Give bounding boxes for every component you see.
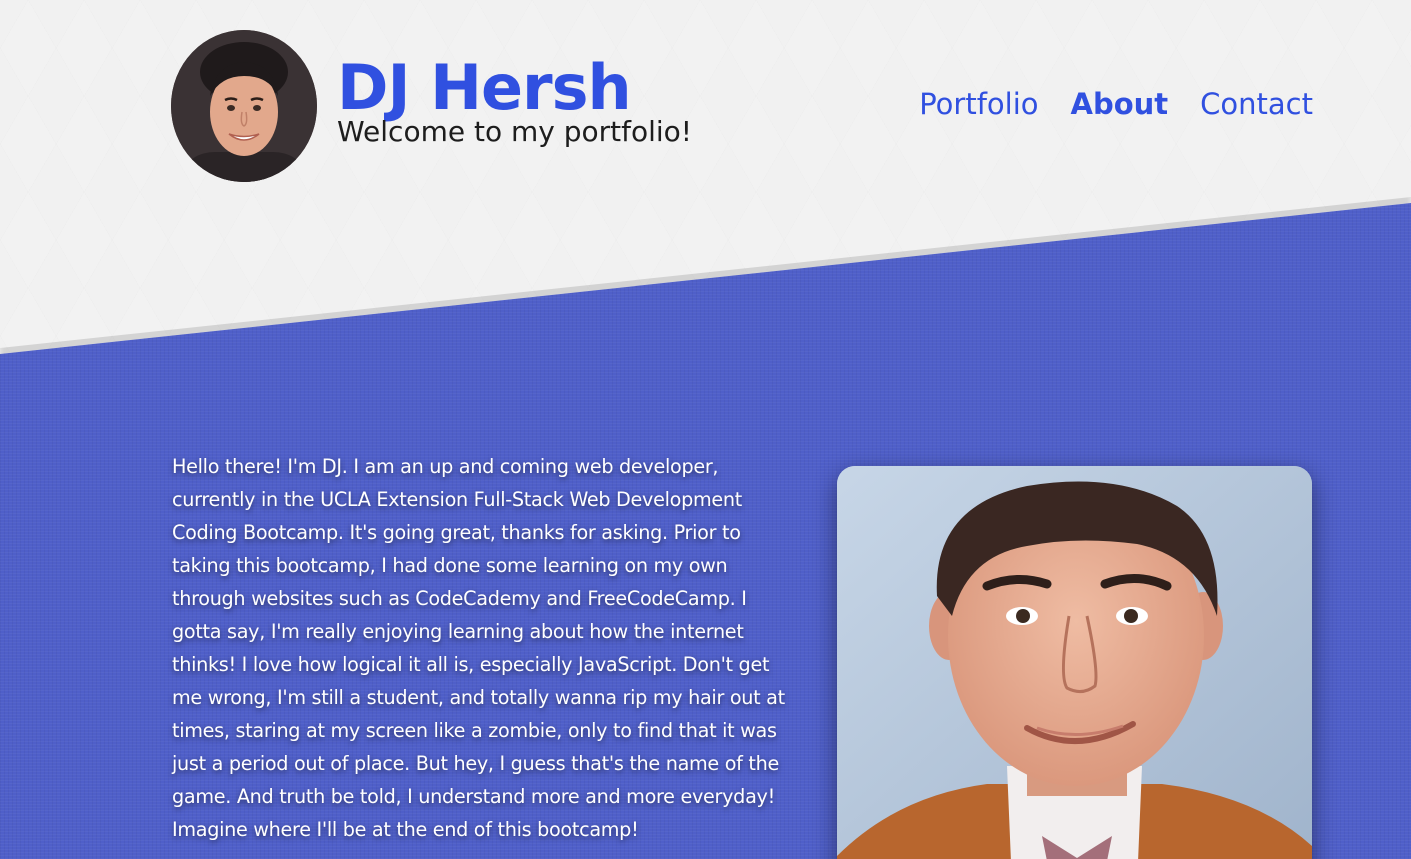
avatar — [171, 30, 317, 182]
nav-link-portfolio[interactable]: Portfolio — [919, 84, 1038, 124]
nav-link-contact[interactable]: Contact — [1200, 84, 1313, 124]
nav-link-about[interactable]: About — [1071, 84, 1169, 124]
main-nav: Portfolio About Contact — [919, 84, 1313, 124]
site-tagline: Welcome to my portfolio! — [337, 115, 693, 148]
brand: DJ Hersh Welcome to my portfolio! — [337, 52, 692, 148]
site-header: DJ Hersh Welcome to my portfolio! Portfo… — [0, 0, 1411, 200]
about-photo — [837, 466, 1312, 859]
site-title: DJ Hersh — [337, 51, 632, 124]
avatar-portrait-icon — [171, 30, 317, 182]
portrait-photo-icon — [837, 466, 1312, 859]
about-paragraph: Hello there! I'm DJ. I am an up and comi… — [172, 455, 785, 841]
